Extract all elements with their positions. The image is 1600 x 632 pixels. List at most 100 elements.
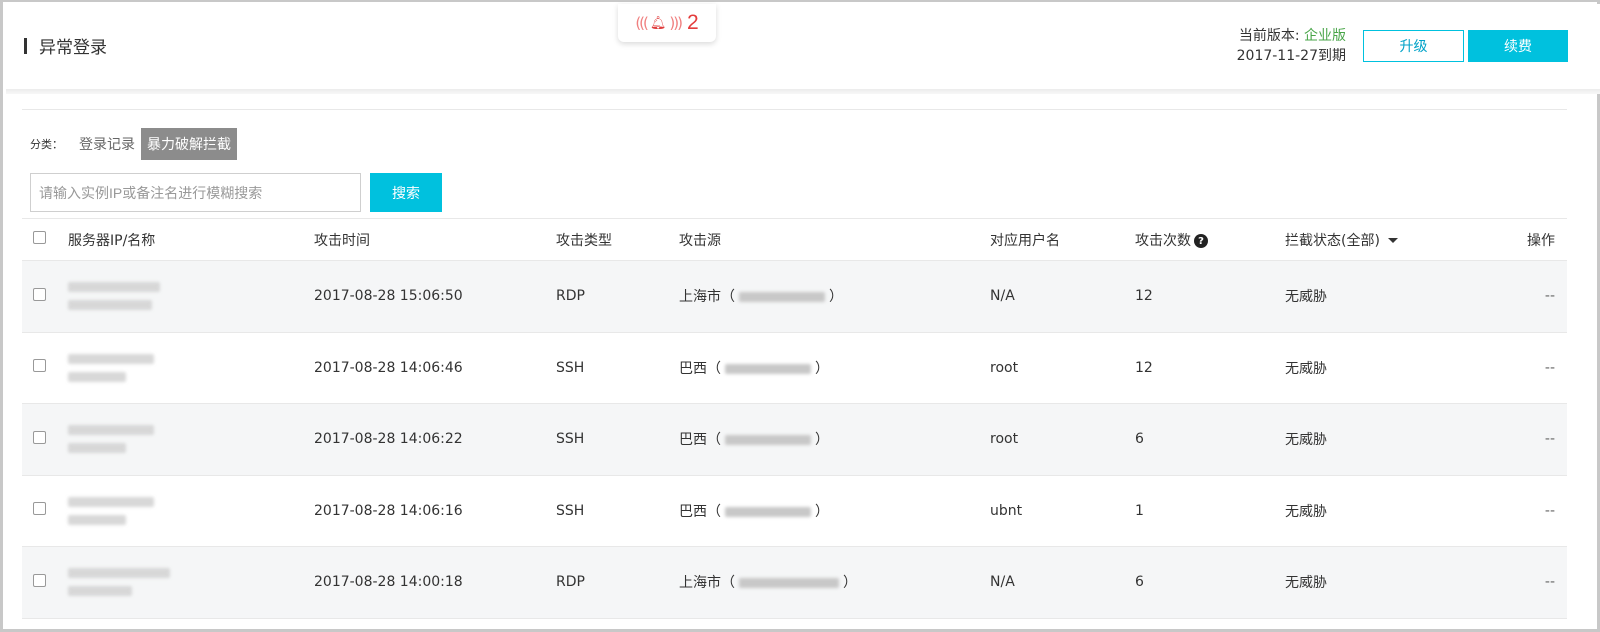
row-checkbox[interactable] bbox=[33, 287, 46, 301]
edition-name: 企业版 bbox=[1304, 28, 1346, 44]
attack-count: 6 bbox=[1135, 574, 1144, 591]
target-username: ubnt bbox=[990, 502, 1023, 519]
table-row[interactable]: 2017-08-28 14:00:18 RDP 上海市（） N/A 6 无威胁 … bbox=[22, 547, 1567, 619]
count-header-label: 攻击次数 bbox=[1135, 232, 1191, 249]
attack-count: 6 bbox=[1135, 431, 1144, 448]
column-header-user: 对应用户名 bbox=[990, 232, 1060, 249]
row-actions: -- bbox=[1544, 431, 1555, 448]
renew-button[interactable]: 续费 bbox=[1468, 30, 1568, 62]
attack-time: 2017-08-28 15:06:50 bbox=[314, 288, 463, 305]
block-status: 无威胁 bbox=[1285, 575, 1327, 592]
attack-type: SSH bbox=[556, 359, 585, 376]
attack-type: RDP bbox=[556, 288, 585, 305]
attack-source: 上海市（） bbox=[679, 575, 857, 592]
attack-count: 12 bbox=[1135, 359, 1153, 376]
source-city: 上海市 bbox=[679, 575, 721, 592]
redacted-source-ip bbox=[739, 578, 839, 589]
title-accent-bar bbox=[24, 38, 27, 54]
attack-source: 巴西（） bbox=[679, 432, 829, 449]
redacted-source-ip bbox=[739, 292, 825, 303]
alert-notification[interactable]: ((( 🔔︎ ))) 2 bbox=[618, 4, 716, 42]
row-checkbox[interactable] bbox=[33, 359, 46, 373]
help-icon[interactable]: ? bbox=[1194, 234, 1208, 248]
row-actions: -- bbox=[1544, 574, 1555, 591]
row-actions: -- bbox=[1544, 288, 1555, 305]
version-info: 当前版本: 企业版 2017-11-27到期 bbox=[1206, 26, 1346, 66]
server-ip-cell bbox=[68, 425, 314, 454]
server-ip-cell bbox=[68, 282, 314, 311]
notification-count: 2 bbox=[686, 11, 699, 34]
redacted-server-name bbox=[68, 514, 126, 525]
source-city: 巴西 bbox=[679, 360, 707, 377]
redacted-source-ip bbox=[725, 435, 811, 446]
redacted-server-name bbox=[68, 586, 132, 597]
attack-time: 2017-08-28 14:00:18 bbox=[314, 574, 463, 591]
column-header-op: 操作 bbox=[1527, 232, 1555, 249]
table-body: 2017-08-28 15:06:50 RDP 上海市（） N/A 12 无威胁… bbox=[22, 261, 1567, 619]
source-city: 巴西 bbox=[679, 432, 707, 449]
server-ip-cell bbox=[68, 568, 314, 597]
attack-source: 巴西（） bbox=[679, 503, 829, 520]
block-status: 无威胁 bbox=[1285, 432, 1327, 449]
server-ip-cell bbox=[68, 496, 314, 525]
table-row[interactable]: 2017-08-28 14:06:16 SSH 巴西（） ubnt 1 无威胁 … bbox=[22, 475, 1567, 547]
row-checkbox[interactable] bbox=[33, 502, 46, 516]
version-label: 当前版本: bbox=[1238, 28, 1304, 44]
upgrade-button[interactable]: 升级 bbox=[1363, 30, 1464, 62]
tab-brute-force-block[interactable]: 暴力破解拦截 bbox=[141, 128, 237, 160]
source-city: 上海市 bbox=[679, 289, 721, 306]
block-status: 无威胁 bbox=[1285, 289, 1327, 306]
target-username: N/A bbox=[990, 574, 1015, 591]
server-ip-cell bbox=[68, 353, 314, 382]
table-row[interactable]: 2017-08-28 14:06:46 SSH 巴西（） root 12 无威胁… bbox=[22, 332, 1567, 404]
select-all-checkbox[interactable] bbox=[33, 231, 46, 244]
attack-time: 2017-08-28 14:06:22 bbox=[314, 431, 463, 448]
search-button[interactable]: 搜索 bbox=[370, 173, 442, 212]
expiry-date: 2017-11-27到期 bbox=[1236, 48, 1346, 64]
redacted-server-ip bbox=[68, 282, 160, 293]
attack-type: RDP bbox=[556, 574, 585, 591]
caret-down-icon[interactable] bbox=[1387, 237, 1398, 243]
status-header-label: 拦截状态(全部) bbox=[1285, 232, 1380, 249]
tab-login-records[interactable]: 登录记录 bbox=[73, 128, 141, 160]
column-header-count: 攻击次数? bbox=[1135, 230, 1285, 250]
redacted-server-ip bbox=[68, 496, 154, 507]
target-username: N/A bbox=[990, 288, 1015, 305]
column-header-time: 攻击时间 bbox=[314, 232, 370, 249]
row-actions: -- bbox=[1544, 502, 1555, 519]
table-header: 服务器IP/名称 攻击时间 攻击类型 攻击源 对应用户名 攻击次数? 拦截状态(… bbox=[22, 219, 1567, 261]
row-checkbox[interactable] bbox=[33, 573, 46, 587]
redacted-source-ip bbox=[725, 363, 811, 374]
attack-count: 1 bbox=[1135, 502, 1144, 519]
page-title: 异常登录 bbox=[39, 38, 107, 58]
category-filter: 分类： 登录记录 暴力破解拦截 bbox=[30, 128, 237, 160]
category-label: 分类： bbox=[30, 138, 63, 151]
search-input[interactable] bbox=[30, 173, 361, 212]
redacted-server-name bbox=[68, 371, 126, 382]
row-actions: -- bbox=[1544, 359, 1555, 376]
redacted-server-ip bbox=[68, 568, 170, 579]
redacted-source-ip bbox=[725, 506, 811, 517]
block-status: 无威胁 bbox=[1285, 360, 1327, 377]
table-row[interactable]: 2017-08-28 14:06:22 SSH 巴西（） root 6 无威胁 … bbox=[22, 404, 1567, 476]
column-header-type: 攻击类型 bbox=[556, 232, 612, 249]
attack-count: 12 bbox=[1135, 288, 1153, 305]
source-city: 巴西 bbox=[679, 503, 707, 520]
table-row[interactable]: 2017-08-28 15:06:50 RDP 上海市（） N/A 12 无威胁… bbox=[22, 261, 1567, 333]
target-username: root bbox=[990, 431, 1019, 448]
page-header: 异常登录 ((( 🔔︎ ))) 2 当前版本: 企业版 2017-11-27到期… bbox=[6, 4, 1600, 94]
redacted-server-name bbox=[68, 443, 126, 454]
content-panel: 分类： 登录记录 暴力破解拦截 搜索 服务器IP/名称 攻击时间 攻击类型 攻击… bbox=[22, 109, 1567, 619]
attack-type: SSH bbox=[556, 431, 585, 448]
app-window: 异常登录 ((( 🔔︎ ))) 2 当前版本: 企业版 2017-11-27到期… bbox=[0, 0, 1600, 632]
redacted-server-ip bbox=[68, 425, 154, 436]
attack-type: SSH bbox=[556, 502, 585, 519]
row-checkbox[interactable] bbox=[33, 430, 46, 444]
block-status: 无威胁 bbox=[1285, 503, 1327, 520]
attack-time: 2017-08-28 14:06:46 bbox=[314, 359, 463, 376]
column-header-source: 攻击源 bbox=[679, 232, 721, 249]
redacted-server-name bbox=[68, 300, 152, 311]
column-header-status[interactable]: 拦截状态(全部) bbox=[1285, 230, 1465, 250]
bell-icon: ((( 🔔︎ ))) bbox=[635, 14, 683, 32]
target-username: root bbox=[990, 359, 1019, 376]
